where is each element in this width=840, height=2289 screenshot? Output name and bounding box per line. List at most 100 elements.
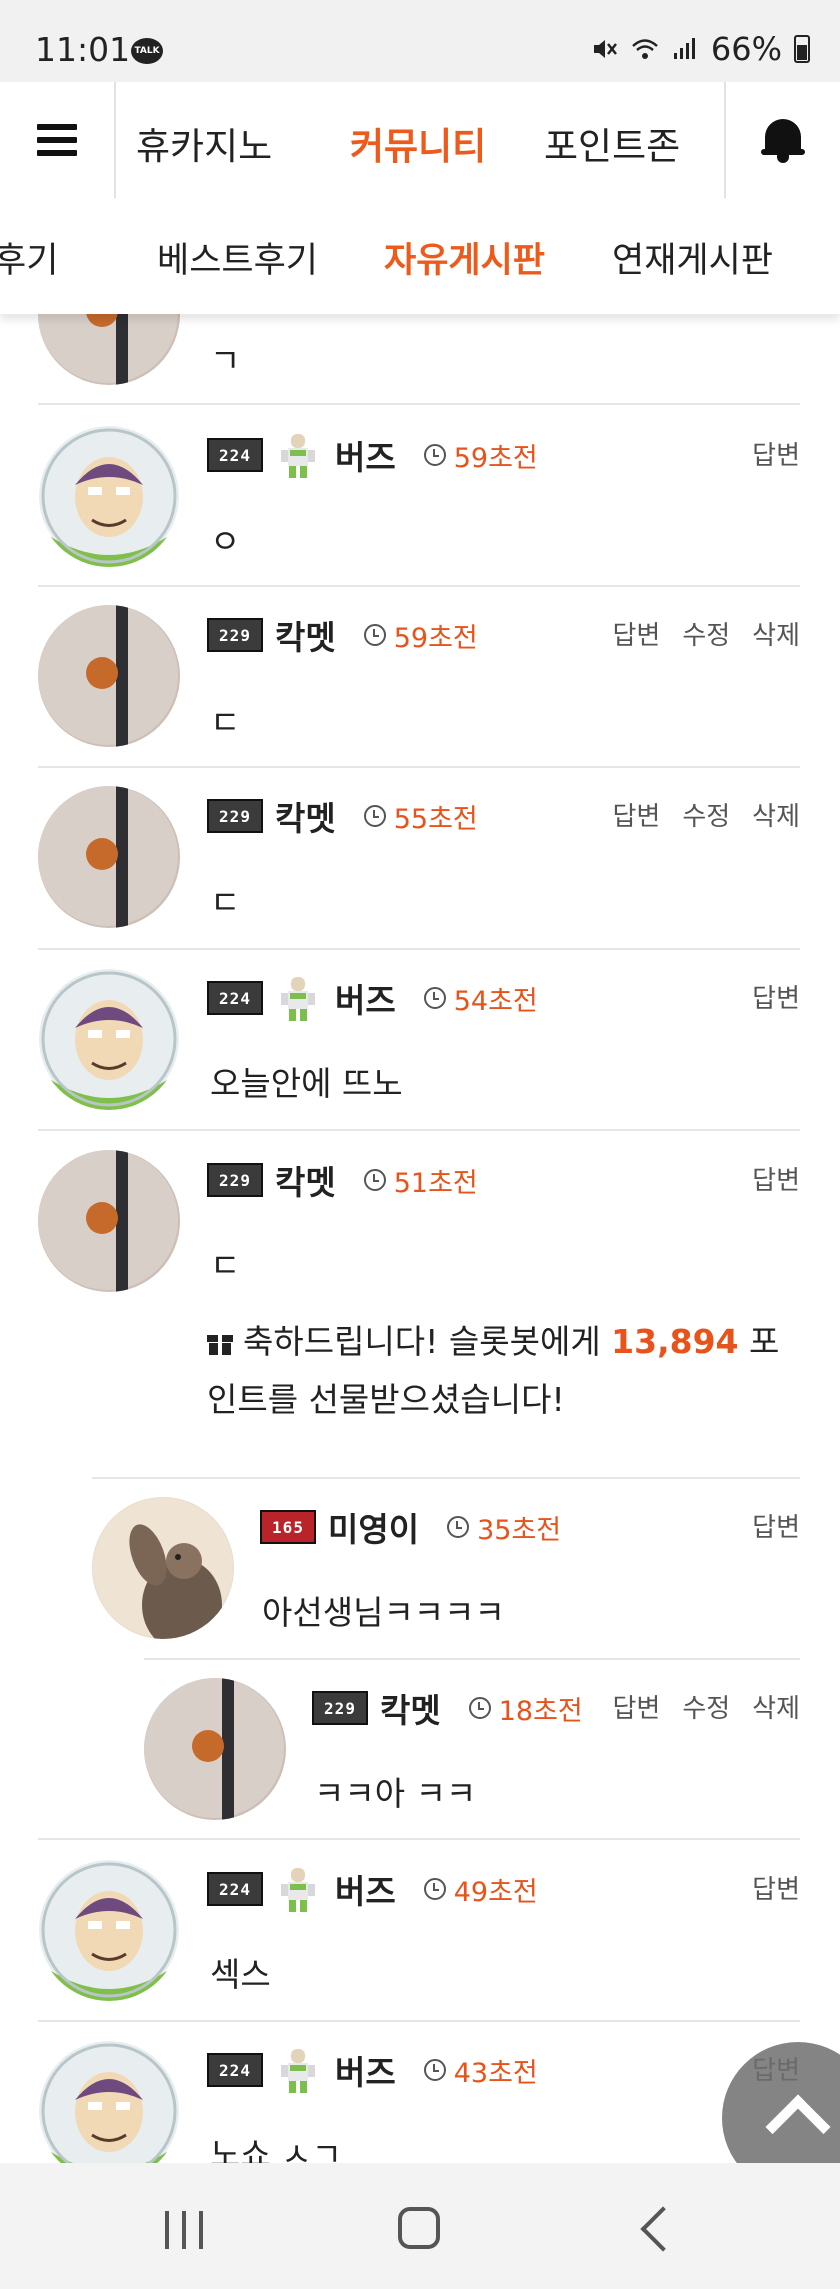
tab-reviews[interactable]: 후기	[0, 232, 58, 283]
divider	[38, 585, 800, 587]
comment-meta: 224 버즈 54초전	[207, 973, 538, 1023]
level-badge: 224	[207, 1872, 263, 1906]
clock-icon	[363, 624, 386, 646]
divider	[92, 1477, 800, 1479]
clock-icon	[423, 2059, 446, 2081]
timestamp: 51초전	[363, 1161, 478, 1200]
reply-button[interactable]: 답변	[612, 1688, 660, 1725]
back-button[interactable]	[640, 2206, 686, 2252]
comment-body: ㄱ	[210, 341, 241, 380]
avatar[interactable]	[38, 605, 180, 747]
nickname[interactable]: 칵멧	[275, 792, 336, 840]
chopstick-avatar-image	[38, 786, 180, 928]
avatar[interactable]	[38, 786, 180, 928]
avatar[interactable]	[38, 425, 180, 567]
buzz-avatar-image	[38, 425, 180, 567]
gift-icon	[207, 1331, 233, 1355]
level-badge: 229	[207, 618, 263, 652]
avatar[interactable]	[38, 968, 180, 1110]
divider	[38, 403, 800, 405]
comment-meta: 229 칵멧 18초전	[312, 1686, 583, 1730]
divider	[38, 2020, 800, 2022]
comment-meta: 224 버즈 43초전	[207, 2045, 538, 2095]
comment-actions: 답변	[752, 1507, 800, 1544]
comment-body: ㄷ	[210, 1246, 241, 1285]
nickname[interactable]: 버즈	[335, 2046, 396, 2094]
comment-actions: 답변	[752, 435, 800, 472]
avatar[interactable]	[92, 1497, 234, 1639]
buzz-avatar-image	[38, 1859, 180, 2001]
comment-body: 오늘안에 뜨노	[210, 1064, 403, 1103]
chopstick-avatar-image	[144, 1678, 286, 1820]
divider	[38, 1129, 800, 1131]
home-button[interactable]	[398, 2207, 440, 2249]
delete-button[interactable]: 삭제	[752, 615, 800, 652]
buzz-character-icon	[273, 2045, 323, 2095]
clock-icon	[363, 1169, 386, 1191]
nickname[interactable]: 칵멧	[275, 611, 336, 659]
delete-button[interactable]: 삭제	[752, 1688, 800, 1725]
nickname[interactable]: 버즈	[335, 1865, 396, 1913]
divider	[38, 766, 800, 768]
avatar[interactable]	[38, 2040, 180, 2182]
avatar[interactable]	[38, 1150, 180, 1292]
reply-button[interactable]: 답변	[752, 1869, 800, 1906]
clock-icon	[447, 1516, 470, 1538]
comment-actions: 답변	[752, 1160, 800, 1197]
buzz-character-icon	[273, 430, 323, 480]
edit-button[interactable]: 수정	[682, 796, 730, 833]
timestamp: 35초전	[447, 1508, 561, 1547]
nickname[interactable]: 칵멧	[275, 1156, 336, 1204]
tab-series-board[interactable]: 연재게시판	[612, 232, 773, 283]
buzz-character-icon	[273, 1864, 323, 1914]
comment-actions: 답변 수정 삭제	[612, 1688, 800, 1725]
clock-icon	[423, 1878, 446, 1900]
level-badge: 229	[207, 1163, 263, 1197]
comment-body: ㄷ	[210, 703, 241, 742]
buzz-avatar-image	[38, 968, 180, 1110]
level-badge: 229	[312, 1691, 368, 1725]
reply-button[interactable]: 답변	[612, 615, 660, 652]
edit-button[interactable]: 수정	[682, 615, 730, 652]
edit-button[interactable]: 수정	[682, 1688, 730, 1725]
nickname[interactable]: 미영이	[328, 1503, 419, 1551]
timestamp: 49초전	[423, 1870, 538, 1909]
gift-points: 13,894	[611, 1322, 739, 1361]
comment-meta: 165 미영이 35초전	[260, 1505, 561, 1549]
buzz-avatar-image	[38, 2040, 180, 2182]
recent-apps-button[interactable]	[163, 2211, 205, 2249]
divider	[38, 948, 800, 950]
comment-actions: 답변 수정 삭제	[612, 796, 800, 833]
reply-button[interactable]: 답변	[752, 435, 800, 472]
chopstick-avatar-image	[38, 605, 180, 747]
reply-button[interactable]: 답변	[752, 1160, 800, 1197]
avatar[interactable]	[144, 1678, 286, 1820]
reply-button[interactable]: 답변	[752, 978, 800, 1015]
comment-actions: 답변	[752, 978, 800, 1015]
tab-free-board[interactable]: 자유게시판	[384, 232, 545, 283]
tab-best-reviews[interactable]: 베스트후기	[157, 232, 318, 283]
buzz-character-icon	[273, 973, 323, 1023]
comment-actions: 답변 수정 삭제	[612, 615, 800, 652]
comment-meta: 229 칵멧 51초전	[207, 1158, 478, 1202]
chopstick-avatar-image	[38, 1150, 180, 1292]
chevron-up-icon	[765, 2094, 831, 2160]
level-badge: 229	[207, 799, 263, 833]
timestamp: 59초전	[363, 616, 478, 655]
nickname[interactable]: 칵멧	[380, 1684, 441, 1732]
comment-body: 섹스	[210, 1955, 271, 1994]
level-badge: 224	[207, 981, 263, 1015]
comment-body: ㅇ	[210, 522, 241, 561]
nickname[interactable]: 버즈	[335, 974, 396, 1022]
sub-navigation: 후기 베스트후기 자유게시판 연재게시판	[0, 198, 840, 314]
nickname[interactable]: 버즈	[335, 431, 396, 479]
reply-button[interactable]: 답변	[612, 796, 660, 833]
screen: ㄱ 224 버즈 59초전 답변 ㅇ 229 칵멧 59초전 답변 수정 삭제 …	[0, 0, 840, 2289]
comment-meta: 224 버즈 49초전	[207, 1864, 538, 1914]
reply-button[interactable]: 답변	[752, 1507, 800, 1544]
delete-button[interactable]: 삭제	[752, 796, 800, 833]
gift-message: 축하드립니다! 슬롯봇에게 13,894 포인트를 선물받으셨습니다!	[207, 1322, 780, 1419]
avatar[interactable]	[38, 1859, 180, 2001]
timestamp: 54초전	[423, 979, 538, 1018]
comment-meta: 224 버즈 59초전	[207, 430, 538, 480]
